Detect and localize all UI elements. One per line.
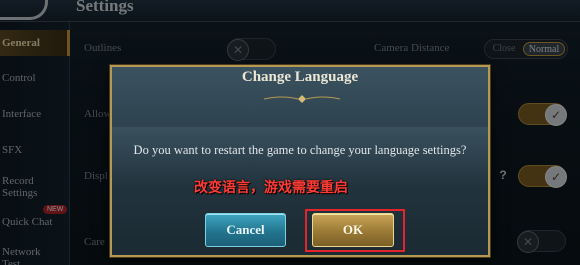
red-annotation-text: 改变语言，游戏需要重启 [194, 180, 348, 196]
cancel-button[interactable]: Cancel [205, 213, 286, 247]
change-language-dialog: Change Language [110, 65, 490, 257]
ok-highlight-box [305, 209, 405, 252]
ornament-icon [263, 95, 341, 103]
dialog-title: Change Language [241, 69, 359, 85]
dialog-message: Do you want to restart the game to chang… [133, 143, 467, 157]
